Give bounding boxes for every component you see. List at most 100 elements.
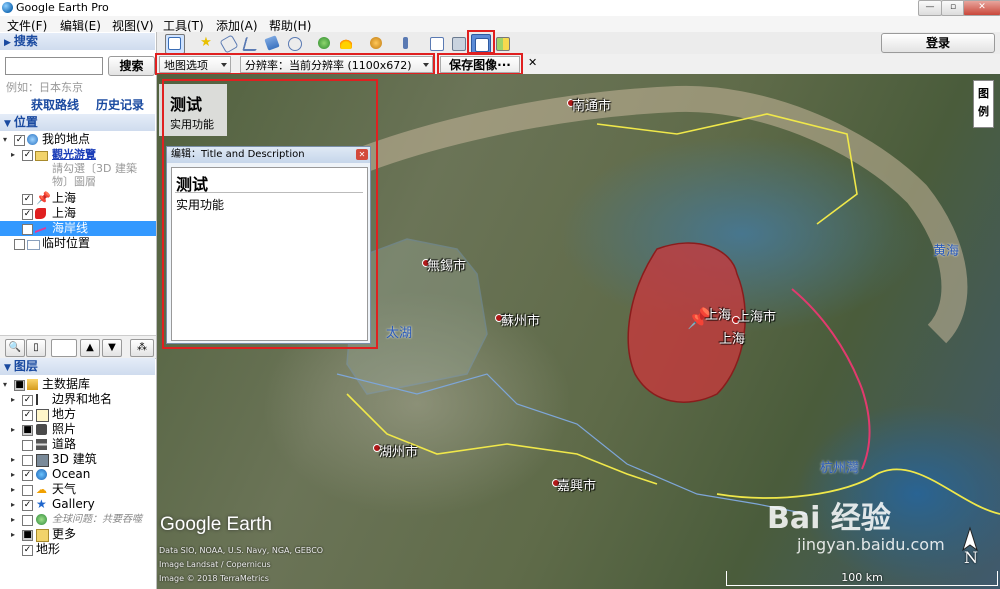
maximize-button[interactable]: ▫ [941,0,965,16]
tree-item-sightseeing[interactable]: ▸ ✓ 觀光游覽 [0,147,156,162]
checkbox[interactable]: ■ [22,425,33,436]
tree-item-temporary[interactable]: 临时位置 [0,236,156,251]
layer-global-awareness[interactable]: ▸ 全球问题：共要吞噬 [0,512,156,527]
close-window-button[interactable]: ✕ [963,0,1000,16]
add-image-overlay-button[interactable] [263,34,281,52]
layer-terrain[interactable]: ✓ 地形 [0,542,156,557]
layers-panel-header[interactable]: ▼ 图层 [0,358,155,375]
sunlight-button[interactable] [337,34,355,52]
collapse-icon[interactable]: ▾ [3,132,7,147]
title-overlay: 测试 实用功能 [159,84,227,136]
add-path-button[interactable] [241,34,260,52]
checkbox[interactable]: ✓ [22,410,33,421]
close-save-bar-icon[interactable]: ✕ [528,56,537,69]
layer-roads[interactable]: 道路 [0,437,156,452]
tour-icon[interactable]: ⁂ [130,339,154,357]
historical-imagery-button[interactable] [315,34,333,52]
panel-toggle-icon[interactable]: ▯ [26,339,46,357]
layer-more[interactable]: ▸ ■ 更多 [0,527,156,542]
expand-icon[interactable]: ▸ [11,467,15,482]
move-up-icon[interactable]: ▲ [80,339,100,357]
email-button[interactable] [427,34,445,52]
tree-item-coastline[interactable]: ✓ 海岸线 [0,220,156,236]
tree-item-my-places[interactable]: ▾ ✓ 我的地点 [0,132,156,147]
expand-icon[interactable]: ▸ [11,392,15,407]
layer-gallery[interactable]: ▸ ✓ ★ Gallery [0,497,156,512]
attribution-line-3: Image © 2018 TerraMetrics [159,574,269,583]
checkbox[interactable] [14,239,25,250]
checkbox[interactable]: ■ [22,530,33,541]
checkbox[interactable]: ■ [14,380,25,391]
view-in-maps-button[interactable] [493,34,511,52]
resolution-dropdown[interactable]: 分辨率：当前分辨率 (1100x672) [240,56,433,73]
layer-photos[interactable]: ▸ ■ 照片 [0,422,156,437]
expand-icon[interactable]: ▸ [11,452,15,467]
expand-icon[interactable]: ▸ [11,527,15,542]
login-button[interactable]: 登录 [881,33,995,53]
checkbox[interactable]: ✓ [22,224,33,235]
add-placemark-button[interactable]: ★ [197,34,215,52]
move-down-icon[interactable]: ▼ [102,339,122,357]
legend-button[interactable]: 图例 [973,80,994,128]
tree-note-text: 請勾選〔3D 建築物〕圖層 [52,162,137,188]
map-options-dropdown[interactable]: 地图选项 [159,56,231,73]
expand-icon[interactable]: ▸ [11,482,15,497]
expand-icon[interactable]: ▸ [11,512,15,527]
edit-dialog-textarea[interactable]: 测试 实用功能 [171,167,368,341]
checkbox[interactable] [22,440,33,451]
layer-places[interactable]: ✓ 地方 [0,407,156,422]
expand-icon[interactable]: ▸ [11,147,15,162]
city-label-wuxi: 無錫市 [427,259,467,274]
checkbox[interactable]: ✓ [14,135,25,146]
save-image-button[interactable] [471,34,491,54]
expand-icon[interactable]: ▸ [11,422,15,437]
collapse-icon[interactable]: ▾ [3,377,7,392]
expand-triangle-icon: ▼ [4,119,11,129]
checkbox[interactable]: ✓ [22,470,33,481]
print-button[interactable] [449,34,467,52]
layer-3d-buildings[interactable]: ▸ 3D 建筑 [0,452,156,467]
layer-primary-database[interactable]: ▾ ■ 主数据库 [0,377,156,392]
search-panel-header[interactable]: ▶ 搜索 [0,33,155,50]
places-square-icon [36,409,49,422]
checkbox[interactable]: ✓ [22,500,33,511]
checkbox[interactable] [22,455,33,466]
checkbox[interactable]: ✓ [22,209,33,220]
checkbox[interactable]: ✓ [22,194,33,205]
record-tour-button[interactable] [285,34,303,52]
tree-label: 地方 [52,407,77,421]
earth-map-view[interactable]: 测试 实用功能 编辑：Title and Description ✕ 测试 实用… [157,74,1000,589]
checkbox[interactable] [22,515,33,526]
places-panel-header[interactable]: ▼ 位置 [0,114,155,131]
record-tour-icon [288,37,302,51]
checkbox[interactable]: ✓ [22,545,33,556]
checkbox[interactable]: ✓ [22,395,33,406]
history-link[interactable]: 历史记录 [96,96,144,113]
dialog-close-icon[interactable]: ✕ [356,149,368,160]
tree-item-shanghai-pin[interactable]: ✓ 📌 上海 [0,191,156,206]
search-places-icon[interactable]: 🔍 [5,339,25,357]
search-button[interactable]: 搜索 [108,56,155,76]
layer-weather[interactable]: ▸ ☁ 天气 [0,482,156,497]
sidebar-toggle-button[interactable] [165,34,185,54]
search-hint: 例如：日本东京 [6,81,83,94]
tree-item-shanghai-polygon[interactable]: ✓ 上海 [0,206,156,221]
compass-icon[interactable]: N [957,526,983,567]
checkbox[interactable] [22,485,33,496]
search-input[interactable] [5,57,103,75]
sidebar-icon [168,37,181,50]
layer-borders[interactable]: ▸ ✓ 边界和地名 [0,392,156,407]
add-polygon-button[interactable] [219,34,239,54]
google-earth-app-icon [2,2,13,13]
checkbox[interactable]: ✓ [22,150,33,161]
edit-dialog-description: 实用功能 [176,198,225,212]
get-directions-link[interactable]: 获取路线 [31,96,79,113]
expand-icon[interactable]: ▸ [11,497,15,512]
places-filter-input[interactable] [51,339,77,357]
planets-button[interactable] [367,34,385,52]
layer-ocean[interactable]: ▸ ✓ Ocean [0,467,156,482]
save-image-action-button[interactable]: 保存图像··· [440,56,520,73]
ocean-icon [36,469,47,480]
ruler-button[interactable] [397,34,415,52]
minimize-button[interactable]: — [918,0,942,16]
